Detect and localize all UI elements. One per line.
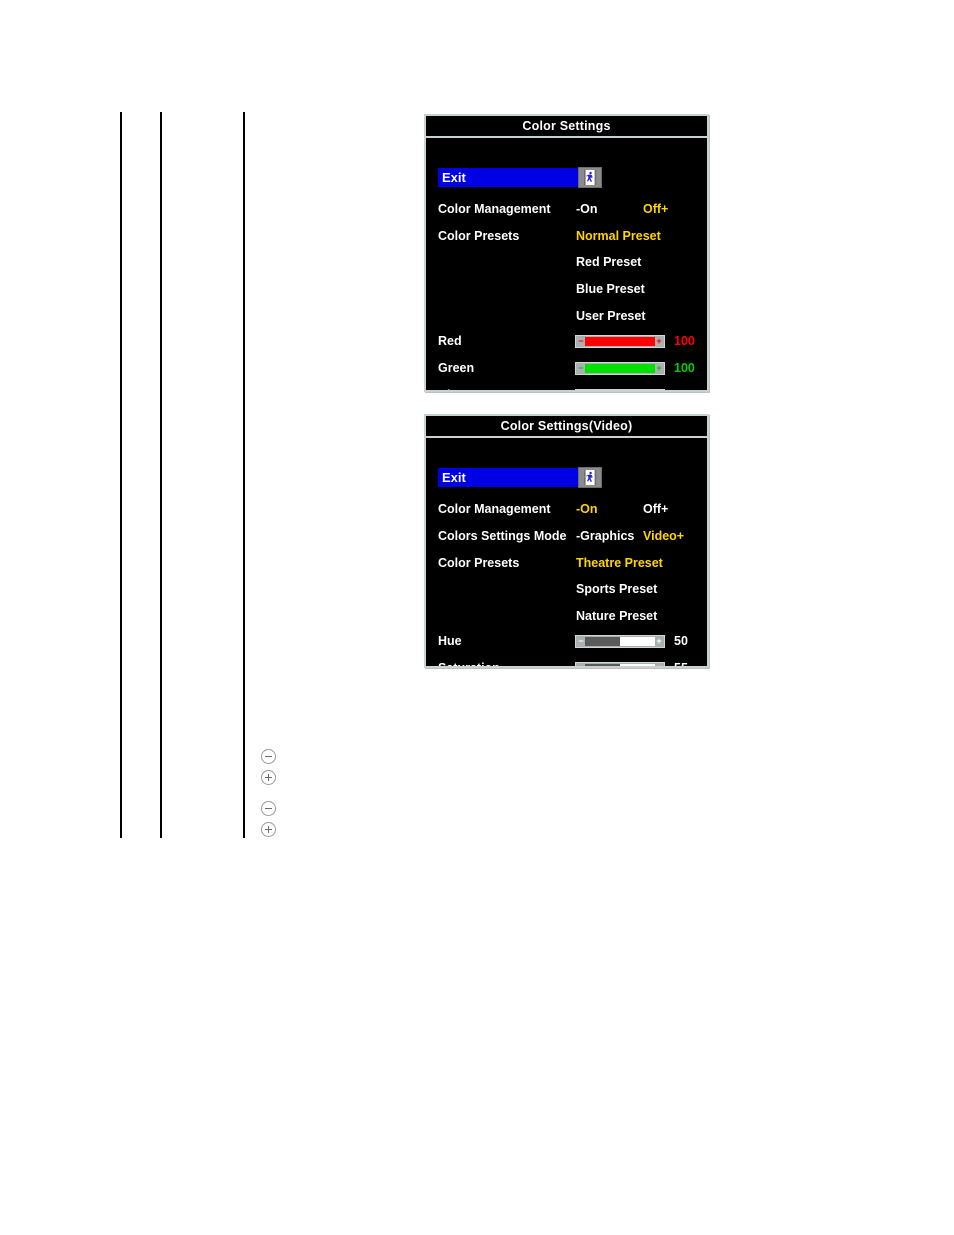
exit-icon-svg-video <box>584 469 597 485</box>
row-blue[interactable]: Blue − + 100 <box>426 382 707 390</box>
red-decrement-icon[interactable]: − <box>577 337 585 346</box>
panel-body-video: Exit Color Management -On Off+ Colors Se… <box>426 438 707 666</box>
color-presets-label-video: Color Presets <box>438 556 520 570</box>
preset-option-theatre[interactable]: Theatre Preset <box>576 556 663 570</box>
color-presets-label: Color Presets <box>438 229 520 243</box>
color-management-option-off[interactable]: Off+ <box>643 202 668 216</box>
red-value: 100 <box>674 334 695 348</box>
row-hue[interactable]: Hue − + 50 <box>426 628 707 654</box>
hue-label: Hue <box>438 634 462 648</box>
color-management-option-on[interactable]: -On <box>576 202 598 216</box>
exit-button[interactable]: Exit <box>438 167 585 187</box>
color-management-label: Color Management <box>438 202 551 216</box>
exit-button-video[interactable]: Exit <box>438 467 585 487</box>
color-management-option-off-video[interactable]: Off+ <box>643 502 668 516</box>
page-rule-line-1 <box>120 112 122 838</box>
blue-slider[interactable]: − + <box>575 389 665 390</box>
saturation-decrement-icon[interactable]: − <box>577 664 585 667</box>
colors-settings-mode-label: Colors Settings Mode <box>438 529 567 543</box>
green-slider[interactable]: − + <box>575 362 665 375</box>
red-label: Red <box>438 334 462 348</box>
row-red[interactable]: Red − + 100 <box>426 328 707 354</box>
green-label: Green <box>438 361 475 375</box>
saturation-slider-fill <box>585 664 620 666</box>
hue-decrement-icon[interactable]: − <box>577 637 585 646</box>
osd-panel-color-settings-video: Color Settings(Video) Exit Color Managem… <box>424 414 709 668</box>
green-increment-icon[interactable]: + <box>655 364 663 373</box>
red-slider[interactable]: − + <box>575 335 665 348</box>
exit-door-person-icon[interactable] <box>578 166 602 188</box>
preset-option-nature[interactable]: Nature Preset <box>576 609 657 623</box>
preset-option-normal[interactable]: Normal Preset <box>576 229 661 243</box>
blue-label: Blue <box>438 388 465 390</box>
osd-panel-color-settings: Color Settings Exit Color Management -On… <box>424 114 709 392</box>
red-slider-track[interactable] <box>585 337 655 346</box>
page-rule-line-3 <box>243 112 245 838</box>
preset-option-user[interactable]: User Preset <box>576 309 646 323</box>
preset-option-sports[interactable]: Sports Preset <box>576 582 657 596</box>
color-management-label-video: Color Management <box>438 502 551 516</box>
blue-value: 100 <box>674 388 695 390</box>
minus-circle-icon-2[interactable] <box>261 801 276 816</box>
row-color-management-video[interactable]: Color Management -On Off+ <box>426 496 707 522</box>
exit-door-person-icon-video[interactable] <box>578 466 602 488</box>
row-green[interactable]: Green − + 100 <box>426 355 707 381</box>
row-color-presets-video: Color Presets Theatre Preset <box>426 550 707 576</box>
row-exit-video[interactable]: Exit <box>426 464 707 490</box>
colors-settings-mode-option-graphics[interactable]: -Graphics <box>576 529 634 543</box>
panel-title-video: Color Settings(Video) <box>426 416 707 438</box>
page-rule-line-2 <box>160 112 162 838</box>
row-color-presets: Color Presets Normal Preset <box>426 223 707 249</box>
minus-circle-icon-1[interactable] <box>261 749 276 764</box>
row-colors-settings-mode[interactable]: Colors Settings Mode -Graphics Video+ <box>426 523 707 549</box>
saturation-increment-icon[interactable]: + <box>655 664 663 667</box>
row-exit[interactable]: Exit <box>426 164 707 190</box>
plus-circle-icon-1[interactable] <box>261 770 276 785</box>
row-color-management[interactable]: Color Management -On Off+ <box>426 196 707 222</box>
exit-icon-svg <box>584 169 597 185</box>
green-decrement-icon[interactable]: − <box>577 364 585 373</box>
hue-slider-track[interactable] <box>585 637 655 646</box>
saturation-label: Saturation <box>438 661 500 666</box>
hue-increment-icon[interactable]: + <box>655 637 663 646</box>
saturation-slider-track[interactable] <box>585 664 655 666</box>
hue-slider-fill <box>585 637 620 646</box>
panel-body: Exit Color Management -On Off+ Color Pre… <box>426 138 707 390</box>
saturation-value: 55 <box>674 661 688 666</box>
green-value: 100 <box>674 361 695 375</box>
green-slider-fill <box>585 364 655 373</box>
saturation-slider[interactable]: − + <box>575 662 665 666</box>
panel-title: Color Settings <box>426 116 707 138</box>
preset-option-red[interactable]: Red Preset <box>576 255 641 269</box>
hue-value: 50 <box>674 634 688 648</box>
colors-settings-mode-option-video[interactable]: Video+ <box>643 529 684 543</box>
color-management-option-on-video[interactable]: -On <box>576 502 598 516</box>
red-slider-fill <box>585 337 655 346</box>
plus-circle-icon-2[interactable] <box>261 822 276 837</box>
preset-option-blue[interactable]: Blue Preset <box>576 282 645 296</box>
red-increment-icon[interactable]: + <box>655 337 663 346</box>
row-saturation[interactable]: Saturation − + 55 <box>426 655 707 666</box>
green-slider-track[interactable] <box>585 364 655 373</box>
hue-slider[interactable]: − + <box>575 635 665 648</box>
